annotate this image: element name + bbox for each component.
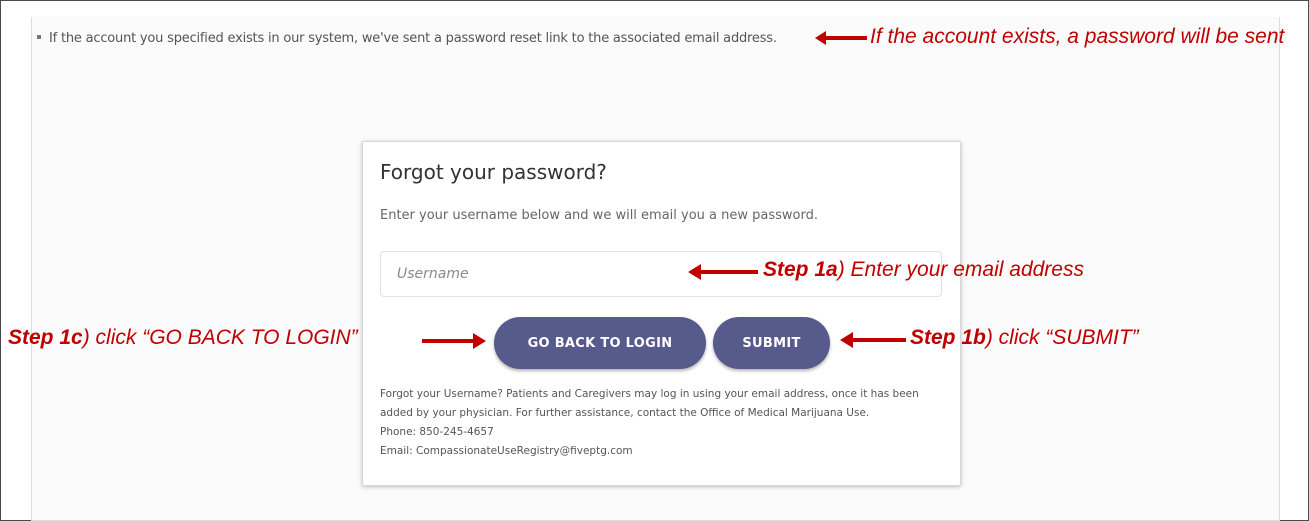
step-1a-label: Step 1a: [763, 258, 838, 281]
help-text: Forgot your Username? Patients and Careg…: [380, 385, 950, 461]
annotation-step-1a: Step 1a) Enter your email address: [763, 258, 1084, 282]
help-line-2: added by your physician. For further ass…: [380, 407, 870, 419]
annotation-step-1c: Step 1c) click “GO BACK TO LOGIN”: [8, 326, 358, 350]
reset-notice: If the account you specified exists in o…: [37, 31, 777, 46]
step-1a-text: ) Enter your email address: [837, 258, 1084, 281]
annotation-step-1b: Step 1b) click “SUBMIT”: [910, 326, 1139, 350]
red-arrow-icon: [688, 264, 758, 280]
red-arrow-icon: [815, 31, 867, 45]
card-subtitle: Enter your username below and we will em…: [380, 208, 819, 223]
step-1b-text: ) click “SUBMIT”: [985, 326, 1139, 349]
annotation-notice: If the account exists, a password will b…: [870, 25, 1285, 48]
submit-button[interactable]: SUBMIT: [713, 317, 830, 369]
red-arrow-icon: [422, 333, 486, 349]
page-title: Forgot your password?: [380, 160, 607, 184]
help-line-1: Forgot your Username? Patients and Careg…: [380, 388, 919, 400]
step-1b-label: Step 1b: [910, 326, 986, 349]
step-1c-label: Step 1c: [8, 326, 83, 349]
help-phone: Phone: 850-245-4657: [380, 426, 494, 438]
red-arrow-icon: [840, 332, 906, 348]
forgot-password-card: Forgot your password? Enter your usernam…: [362, 141, 961, 486]
go-back-to-login-button[interactable]: GO BACK TO LOGIN: [494, 317, 706, 369]
reset-notice-text: If the account you specified exists in o…: [49, 31, 777, 46]
help-email: Email: CompassionateUseRegistry@fiveptg.…: [380, 445, 633, 457]
step-1c-text: ) click “GO BACK TO LOGIN”: [82, 326, 358, 349]
square-bullet-icon: [37, 34, 41, 39]
